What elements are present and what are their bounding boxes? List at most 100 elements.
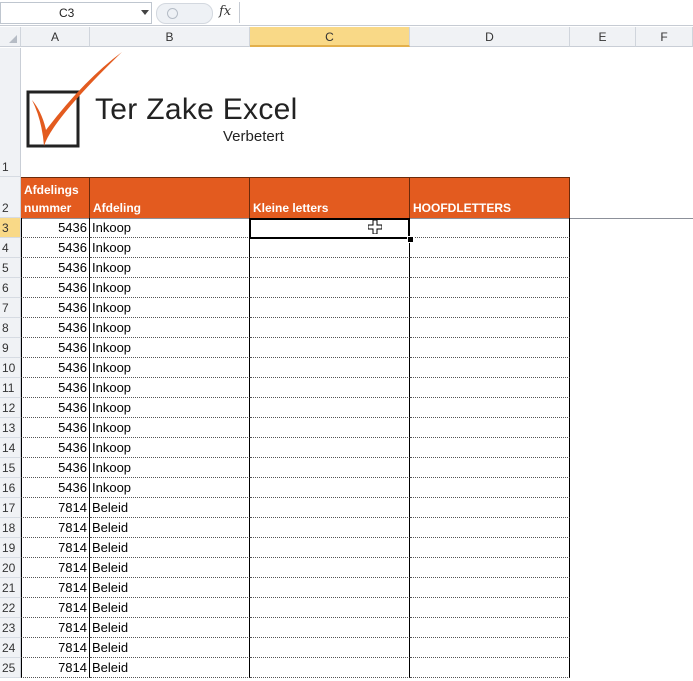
row-header-10[interactable]: 10 bbox=[0, 358, 21, 378]
cell-kleine-letters[interactable] bbox=[250, 258, 410, 278]
cell-hoofdletters[interactable] bbox=[410, 538, 570, 558]
cell-kleine-letters[interactable] bbox=[250, 578, 410, 598]
row-header-18[interactable]: 18 bbox=[0, 518, 21, 538]
cell-hoofdletters[interactable] bbox=[410, 338, 570, 358]
cell-hoofdletters[interactable] bbox=[410, 318, 570, 338]
cell-afdeling[interactable]: Inkoop bbox=[90, 358, 250, 378]
cell-afdelingsnummer[interactable]: 5436 bbox=[21, 418, 90, 438]
cell-hoofdletters[interactable] bbox=[410, 398, 570, 418]
row-header-11[interactable]: 11 bbox=[0, 378, 21, 398]
cell-afdeling[interactable]: Beleid bbox=[90, 658, 250, 678]
cell-hoofdletters[interactable] bbox=[410, 418, 570, 438]
cell-afdeling[interactable]: Beleid bbox=[90, 598, 250, 618]
cell-afdelingsnummer[interactable]: 5436 bbox=[21, 318, 90, 338]
cell-hoofdletters[interactable] bbox=[410, 238, 570, 258]
cell-afdelingsnummer[interactable]: 5436 bbox=[21, 258, 90, 278]
cell-hoofdletters[interactable] bbox=[410, 458, 570, 478]
cell-hoofdletters[interactable] bbox=[410, 638, 570, 658]
cell-afdeling[interactable]: Beleid bbox=[90, 558, 250, 578]
chevron-down-icon[interactable] bbox=[141, 10, 149, 15]
active-cell-selection[interactable] bbox=[249, 218, 410, 239]
cell-hoofdletters[interactable] bbox=[410, 478, 570, 498]
column-header-f[interactable]: F bbox=[636, 27, 693, 47]
cell-afdelingsnummer[interactable]: 5436 bbox=[21, 358, 90, 378]
fill-handle[interactable] bbox=[407, 236, 414, 243]
cell-hoofdletters[interactable] bbox=[410, 378, 570, 398]
column-header-b[interactable]: B bbox=[90, 27, 250, 47]
cell-kleine-letters[interactable] bbox=[250, 358, 410, 378]
row-header-14[interactable]: 14 bbox=[0, 438, 21, 458]
cell-afdelingsnummer[interactable]: 7814 bbox=[21, 558, 90, 578]
cell-kleine-letters[interactable] bbox=[250, 498, 410, 518]
cell-afdelingsnummer[interactable]: 7814 bbox=[21, 538, 90, 558]
header-cell-kleine-letters[interactable]: Kleine letters bbox=[250, 177, 410, 218]
cell-afdelingsnummer[interactable]: 7814 bbox=[21, 598, 90, 618]
column-header-e[interactable]: E bbox=[570, 27, 636, 47]
cell-kleine-letters[interactable] bbox=[250, 458, 410, 478]
cell-hoofdletters[interactable] bbox=[410, 218, 570, 238]
cell-kleine-letters[interactable] bbox=[250, 538, 410, 558]
row-header-8[interactable]: 8 bbox=[0, 318, 21, 338]
cell-kleine-letters[interactable] bbox=[250, 298, 410, 318]
cell-hoofdletters[interactable] bbox=[410, 578, 570, 598]
cell-afdeling[interactable]: Beleid bbox=[90, 578, 250, 598]
cell-hoofdletters[interactable] bbox=[410, 438, 570, 458]
cell-kleine-letters[interactable] bbox=[250, 638, 410, 658]
cell-hoofdletters[interactable] bbox=[410, 618, 570, 638]
row-header-23[interactable]: 23 bbox=[0, 618, 21, 638]
cell-hoofdletters[interactable] bbox=[410, 498, 570, 518]
cell-kleine-letters[interactable] bbox=[250, 418, 410, 438]
cell-afdelingsnummer[interactable]: 7814 bbox=[21, 618, 90, 638]
cell-afdelingsnummer[interactable]: 5436 bbox=[21, 298, 90, 318]
cell-afdeling[interactable]: Beleid bbox=[90, 618, 250, 638]
cell-afdelingsnummer[interactable]: 7814 bbox=[21, 578, 90, 598]
cell-kleine-letters[interactable] bbox=[250, 518, 410, 538]
cell-kleine-letters[interactable] bbox=[250, 238, 410, 258]
cell-hoofdletters[interactable] bbox=[410, 598, 570, 618]
row-header-4[interactable]: 4 bbox=[0, 238, 21, 258]
cell-afdelingsnummer[interactable]: 5436 bbox=[21, 438, 90, 458]
row-header-22[interactable]: 22 bbox=[0, 598, 21, 618]
row-header-15[interactable]: 15 bbox=[0, 458, 21, 478]
formula-input[interactable] bbox=[240, 2, 693, 23]
insert-function-icon[interactable]: fx bbox=[219, 4, 231, 19]
row-header-16[interactable]: 16 bbox=[0, 478, 21, 498]
cell-afdeling[interactable]: Beleid bbox=[90, 498, 250, 518]
cell-afdelingsnummer[interactable]: 5436 bbox=[21, 338, 90, 358]
cell-hoofdletters[interactable] bbox=[410, 518, 570, 538]
cell-afdelingsnummer[interactable]: 7814 bbox=[21, 518, 90, 538]
cell-afdeling[interactable]: Inkoop bbox=[90, 478, 250, 498]
cell-afdeling[interactable]: Beleid bbox=[90, 538, 250, 558]
row-header-24[interactable]: 24 bbox=[0, 638, 21, 658]
cell-afdeling[interactable]: Inkoop bbox=[90, 458, 250, 478]
row-header-2[interactable]: 2 bbox=[0, 177, 21, 218]
cell-kleine-letters[interactable] bbox=[250, 658, 410, 678]
cell-afdelingsnummer[interactable]: 5436 bbox=[21, 278, 90, 298]
formula-bar-resize-handle[interactable] bbox=[156, 3, 213, 24]
cell-hoofdletters[interactable] bbox=[410, 258, 570, 278]
cell-kleine-letters[interactable] bbox=[250, 478, 410, 498]
cell-afdelingsnummer[interactable]: 5436 bbox=[21, 478, 90, 498]
row-header-20[interactable]: 20 bbox=[0, 558, 21, 578]
cell-afdeling[interactable]: Inkoop bbox=[90, 398, 250, 418]
cell-afdeling[interactable]: Inkoop bbox=[90, 298, 250, 318]
cell-hoofdletters[interactable] bbox=[410, 278, 570, 298]
cell-kleine-letters[interactable] bbox=[250, 438, 410, 458]
cell-afdeling[interactable]: Beleid bbox=[90, 518, 250, 538]
cell-kleine-letters[interactable] bbox=[250, 278, 410, 298]
row-header-3[interactable]: 3 bbox=[0, 218, 21, 238]
cell-afdeling[interactable]: Inkoop bbox=[90, 218, 250, 238]
cell-afdeling[interactable]: Inkoop bbox=[90, 338, 250, 358]
row-header-17[interactable]: 17 bbox=[0, 498, 21, 518]
row-header-9[interactable]: 9 bbox=[0, 338, 21, 358]
cell-afdelingsnummer[interactable]: 7814 bbox=[21, 638, 90, 658]
cell-hoofdletters[interactable] bbox=[410, 358, 570, 378]
column-header-d[interactable]: D bbox=[410, 27, 570, 47]
cell-kleine-letters[interactable] bbox=[250, 318, 410, 338]
cell-afdeling[interactable]: Inkoop bbox=[90, 438, 250, 458]
cell-kleine-letters[interactable] bbox=[250, 378, 410, 398]
row-header-21[interactable]: 21 bbox=[0, 578, 21, 598]
row-header-6[interactable]: 6 bbox=[0, 278, 21, 298]
row-header-7[interactable]: 7 bbox=[0, 298, 21, 318]
header-cell-afdeling[interactable]: Afdeling bbox=[90, 177, 250, 218]
